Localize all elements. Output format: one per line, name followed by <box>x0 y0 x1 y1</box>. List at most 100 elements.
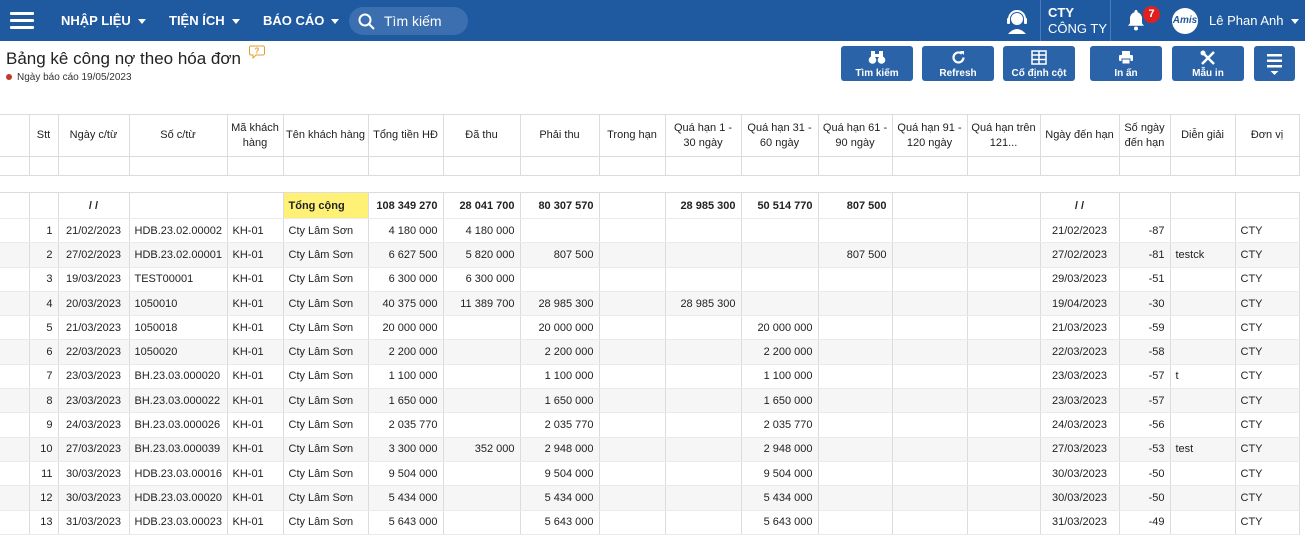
filter-cell[interactable] <box>967 156 1041 176</box>
column-header[interactable]: Trong hạn <box>599 114 666 157</box>
table-row[interactable]: 8 23/03/2023 BH.23.03.000022 KH-01 Cty Lâm S… <box>0 388 1300 414</box>
hamburger-menu-icon[interactable] <box>10 12 34 30</box>
table-cell <box>892 242 968 268</box>
filter-cell[interactable] <box>1119 156 1171 176</box>
column-header[interactable]: Ngày c/từ <box>58 114 130 157</box>
filter-cell[interactable] <box>892 156 968 176</box>
filter-cell[interactable] <box>283 156 369 176</box>
table-cell: t <box>1170 364 1236 390</box>
column-header[interactable]: Quá hạn trên 121... <box>967 114 1041 157</box>
print-button[interactable]: In ấn <box>1090 46 1162 81</box>
table-cell <box>599 218 666 244</box>
table-row[interactable]: 13 31/03/2023 HDB.23.03.00023 KH-01 Cty Lâm … <box>0 510 1300 535</box>
table-cell: 28 985 300 <box>520 291 600 317</box>
print-template-button[interactable]: Mẫu in <box>1172 46 1244 81</box>
table-row[interactable]: 7 23/03/2023 BH.23.03.000020 KH-01 Cty Lâm S… <box>0 364 1300 390</box>
table-row[interactable]: 5 21/03/2023 1050018 KH-01 Cty Lâm Sơn 20 000… <box>0 315 1300 341</box>
column-header[interactable]: Tổng tiền HĐ <box>368 114 444 157</box>
table-cell <box>818 291 893 317</box>
table-cell: 5 434 000 <box>368 485 444 511</box>
refresh-button[interactable]: Refresh <box>922 46 994 81</box>
column-header[interactable]: Diễn giải <box>1170 114 1236 157</box>
menu-bao-cao[interactable]: BÁO CÁO <box>263 0 340 41</box>
table-row[interactable]: 6 22/03/2023 1050020 KH-01 Cty Lâm Sơn 2 200 … <box>0 339 1300 365</box>
column-header[interactable]: Tên khách hàng <box>283 114 369 157</box>
column-header[interactable]: Đã thu <box>443 114 521 157</box>
menu-tien-ich[interactable]: TIỆN ÍCH <box>169 0 240 41</box>
filter-cell[interactable] <box>599 156 666 176</box>
table-row[interactable]: 12 30/03/2023 HDB.23.03.00020 KH-01 Cty Lâm … <box>0 485 1300 511</box>
table-row[interactable]: 9 24/03/2023 BH.23.03.000026 KH-01 Cty Lâm S… <box>0 412 1300 438</box>
column-header[interactable]: Quá hạn 31 - 60 ngày <box>741 114 819 157</box>
support-agent-icon[interactable] <box>1003 7 1031 35</box>
filter-cell[interactable] <box>665 156 742 176</box>
table-row[interactable]: 2 27/02/2023 HDB.23.02.00001 KH-01 Cty Lâm S… <box>0 242 1300 268</box>
company-name[interactable]: CÔNG TY <box>1048 21 1107 36</box>
filter-cell[interactable] <box>818 156 893 176</box>
table-row[interactable]: 1 21/02/2023 HDB.23.02.00002 KH-01 Cty Lâm S… <box>0 218 1300 244</box>
user-menu[interactable]: Lê Phan Anh <box>1209 0 1300 41</box>
column-header[interactable]: Mã khách hàng <box>227 114 284 157</box>
table-cell: CTY <box>1235 242 1300 268</box>
total-cell: 50 514 770 <box>741 192 819 219</box>
table-cell: 20 000 000 <box>368 315 444 341</box>
table-cell <box>967 437 1041 462</box>
freeze-columns-label: Cố định cột <box>1011 68 1067 79</box>
filter-cell[interactable] <box>129 156 228 176</box>
column-header[interactable]: Quá hạn 1 - 30 ngày <box>665 114 742 157</box>
avatar[interactable]: Amis <box>1172 8 1198 34</box>
search-input[interactable]: Tìm kiếm <box>349 7 468 35</box>
table-cell <box>818 364 893 390</box>
column-header[interactable]: Ngày đến hạn <box>1040 114 1120 157</box>
table-cell: 4 <box>29 291 59 317</box>
column-header[interactable]: Stt <box>29 114 59 157</box>
table-cell <box>599 291 666 317</box>
table-cell: CTY <box>1235 267 1300 292</box>
filter-cell[interactable] <box>1235 156 1300 176</box>
filter-cell[interactable] <box>741 156 819 176</box>
table-cell: 2 200 000 <box>368 339 444 365</box>
table-cell <box>967 461 1041 487</box>
column-header[interactable]: Số c/từ <box>129 114 228 157</box>
table-row[interactable]: 11 30/03/2023 HDB.23.03.00016 KH-01 Cty Lâm … <box>0 461 1300 487</box>
table-cell <box>967 315 1041 341</box>
table-row[interactable]: 3 19/03/2023 TEST00001 KH-01 Cty Lâm Sơn 6 30… <box>0 267 1300 292</box>
filter-cell[interactable] <box>58 156 130 176</box>
tools-icon <box>1200 50 1215 65</box>
table-cell: HDB.23.02.00002 <box>129 218 228 244</box>
menu-nhap-lieu[interactable]: NHẬP LIỆU <box>61 0 146 41</box>
table-cell: 11 389 700 <box>443 291 521 317</box>
table-cell: 23/03/2023 <box>1040 364 1120 390</box>
search-button[interactable]: Tìm kiếm <box>841 46 913 81</box>
table-cell: KH-01 <box>227 267 284 292</box>
table-cell: -30 <box>1119 291 1171 317</box>
table-cell <box>892 339 968 365</box>
table-cell <box>818 339 893 365</box>
column-header[interactable]: Quá hạn 61 - 90 ngày <box>818 114 893 157</box>
table-row[interactable]: 10 27/03/2023 BH.23.03.000039 KH-01 Cty Lâm … <box>0 437 1300 462</box>
filter-cell[interactable] <box>29 156 59 176</box>
table-row[interactable]: 4 20/03/2023 1050010 KH-01 Cty Lâm Sơn 40 375… <box>0 291 1300 317</box>
company-code[interactable]: CTY <box>1048 5 1074 20</box>
total-cell <box>892 192 968 219</box>
column-header[interactable]: Đơn vị <box>1235 114 1300 157</box>
filter-cell[interactable] <box>1040 156 1120 176</box>
filter-cell[interactable] <box>368 156 444 176</box>
help-icon[interactable]: ? <box>249 45 265 59</box>
filter-cell[interactable] <box>443 156 521 176</box>
filter-cell[interactable] <box>227 156 284 176</box>
column-header[interactable]: Phải thu <box>520 114 600 157</box>
more-options-button[interactable] <box>1254 46 1295 81</box>
table-cell: KH-01 <box>227 364 284 390</box>
column-header[interactable]: Quá hạn 91 - 120 ngày <box>892 114 968 157</box>
table-cell: BH.23.03.000022 <box>129 388 228 414</box>
table-cell: 807 500 <box>520 242 600 268</box>
filter-cell[interactable] <box>1170 156 1236 176</box>
table-cell: 5 643 000 <box>741 510 819 535</box>
column-header[interactable]: Số ngày đến hạn <box>1119 114 1171 157</box>
filter-cell[interactable] <box>520 156 600 176</box>
freeze-columns-button[interactable]: Cố định cột <box>1003 46 1075 81</box>
table-cell: 30/03/2023 <box>58 461 130 487</box>
table-cell <box>599 267 666 292</box>
menu-label: TIỆN ÍCH <box>169 13 225 28</box>
